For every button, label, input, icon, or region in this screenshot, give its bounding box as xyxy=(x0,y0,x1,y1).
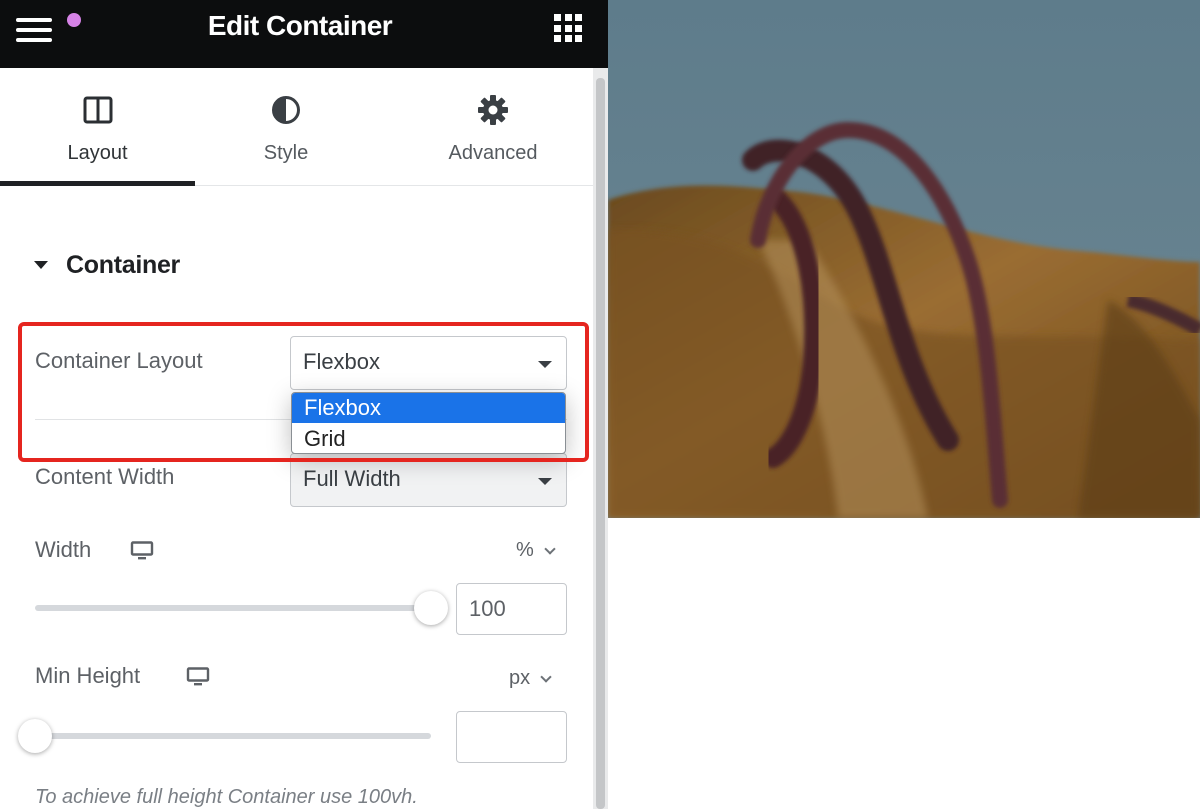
panel-tabs: Layout Style Advanced xyxy=(0,68,593,186)
container-layout-label: Container Layout xyxy=(35,348,203,373)
min-height-input[interactable] xyxy=(456,711,567,763)
option-grid[interactable]: Grid xyxy=(292,424,565,453)
content-width-select[interactable]: Full Width xyxy=(290,453,567,507)
desktop-monitor-icon[interactable] xyxy=(130,541,154,561)
layout-columns-icon xyxy=(83,96,112,124)
panel-title: Edit Container xyxy=(207,10,393,41)
half-circle-icon xyxy=(272,96,300,124)
caret-down-icon xyxy=(34,261,48,269)
gear-icon xyxy=(478,95,508,125)
active-tab-indicator xyxy=(0,181,195,186)
notification-dot xyxy=(67,13,81,27)
min-height-hint: To achieve full height Container use 100… xyxy=(35,786,418,808)
width-unit-value: % xyxy=(516,539,534,561)
min-height-unit-value: px xyxy=(509,667,531,689)
scrollbar-thumb[interactable] xyxy=(596,78,605,809)
width-slider-handle[interactable] xyxy=(414,591,448,625)
dropdown-arrow-icon xyxy=(538,361,552,368)
preview-image xyxy=(608,0,1200,518)
width-label: Width xyxy=(35,537,92,562)
tab-layout[interactable]: Layout xyxy=(0,68,195,186)
min-height-slider-track[interactable] xyxy=(35,733,431,739)
editor-panel: Edit Container Layout Style Advanced Con… xyxy=(0,0,608,809)
panel-header: Edit Container xyxy=(0,0,608,68)
section-title: Container xyxy=(66,250,180,279)
container-layout-value: Flexbox xyxy=(303,349,381,374)
straw-bag-photo xyxy=(608,0,1200,518)
chevron-down-icon xyxy=(540,670,552,683)
tab-style[interactable]: Style xyxy=(195,68,377,186)
container-layout-options: Flexbox Grid xyxy=(291,392,566,454)
tab-advanced[interactable]: Advanced xyxy=(393,68,593,186)
min-height-slider-handle[interactable] xyxy=(18,719,52,753)
section-header-container[interactable]: Container xyxy=(34,248,180,282)
width-slider-track[interactable] xyxy=(35,605,431,611)
min-height-unit-select[interactable]: px xyxy=(509,667,552,690)
content-width-label: Content Width xyxy=(35,464,175,489)
width-unit-select[interactable]: % xyxy=(516,539,556,562)
tab-style-label: Style xyxy=(263,142,309,164)
panel-scrollbar[interactable] xyxy=(593,68,608,809)
desktop-monitor-icon[interactable] xyxy=(186,667,210,687)
width-input[interactable]: 100 xyxy=(456,583,567,635)
tab-layout-label: Layout xyxy=(67,142,128,164)
min-height-label: Min Height xyxy=(35,663,141,688)
container-layout-select[interactable]: Flexbox xyxy=(290,336,567,390)
preview-empty-area xyxy=(608,518,1200,809)
content-width-value: Full Width xyxy=(303,466,401,491)
apps-grid-icon[interactable] xyxy=(554,14,582,42)
dropdown-arrow-icon xyxy=(538,478,552,485)
hamburger-icon[interactable] xyxy=(16,13,81,44)
option-flexbox[interactable]: Flexbox xyxy=(292,393,565,423)
chevron-down-icon xyxy=(544,542,556,555)
tab-advanced-label: Advanced xyxy=(448,142,538,164)
